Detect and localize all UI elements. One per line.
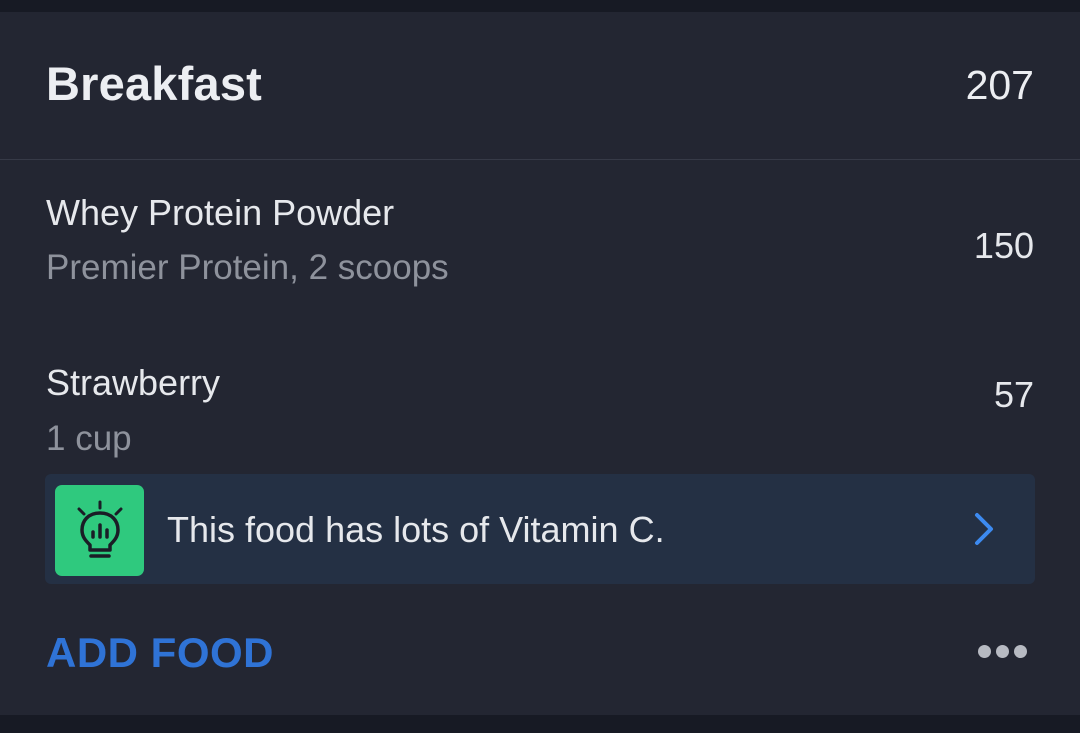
- meal-header: Breakfast 207: [0, 12, 1080, 160]
- food-detail: 1 cup: [46, 419, 132, 458]
- more-options-icon[interactable]: [978, 642, 1028, 662]
- add-food-button[interactable]: ADD FOOD: [46, 629, 274, 677]
- food-detail: Premier Protein, 2 scoops: [46, 248, 449, 287]
- food-name: Strawberry: [46, 362, 221, 403]
- food-calories: 150: [973, 225, 1034, 266]
- food-calories: 57: [993, 374, 1034, 415]
- food-name: Whey Protein Powder: [46, 192, 395, 233]
- meal-title: Breakfast: [46, 57, 263, 110]
- chevron-right-icon: [973, 512, 995, 551]
- vitamin-tip-banner[interactable]: This food has lots of Vitamin C.: [45, 474, 1035, 584]
- meal-card: Breakfast 207 Whey Protein Powder Premie…: [0, 12, 1080, 715]
- tip-text: This food has lots of Vitamin C.: [167, 509, 665, 550]
- lightbulb-icon: [55, 485, 144, 576]
- meal-total-calories: 207: [965, 62, 1034, 108]
- food-entry-strawberry[interactable]: Strawberry 1 cup 57: [0, 321, 1080, 471]
- food-entry-whey-protein[interactable]: Whey Protein Powder Premier Protein, 2 s…: [0, 159, 1080, 321]
